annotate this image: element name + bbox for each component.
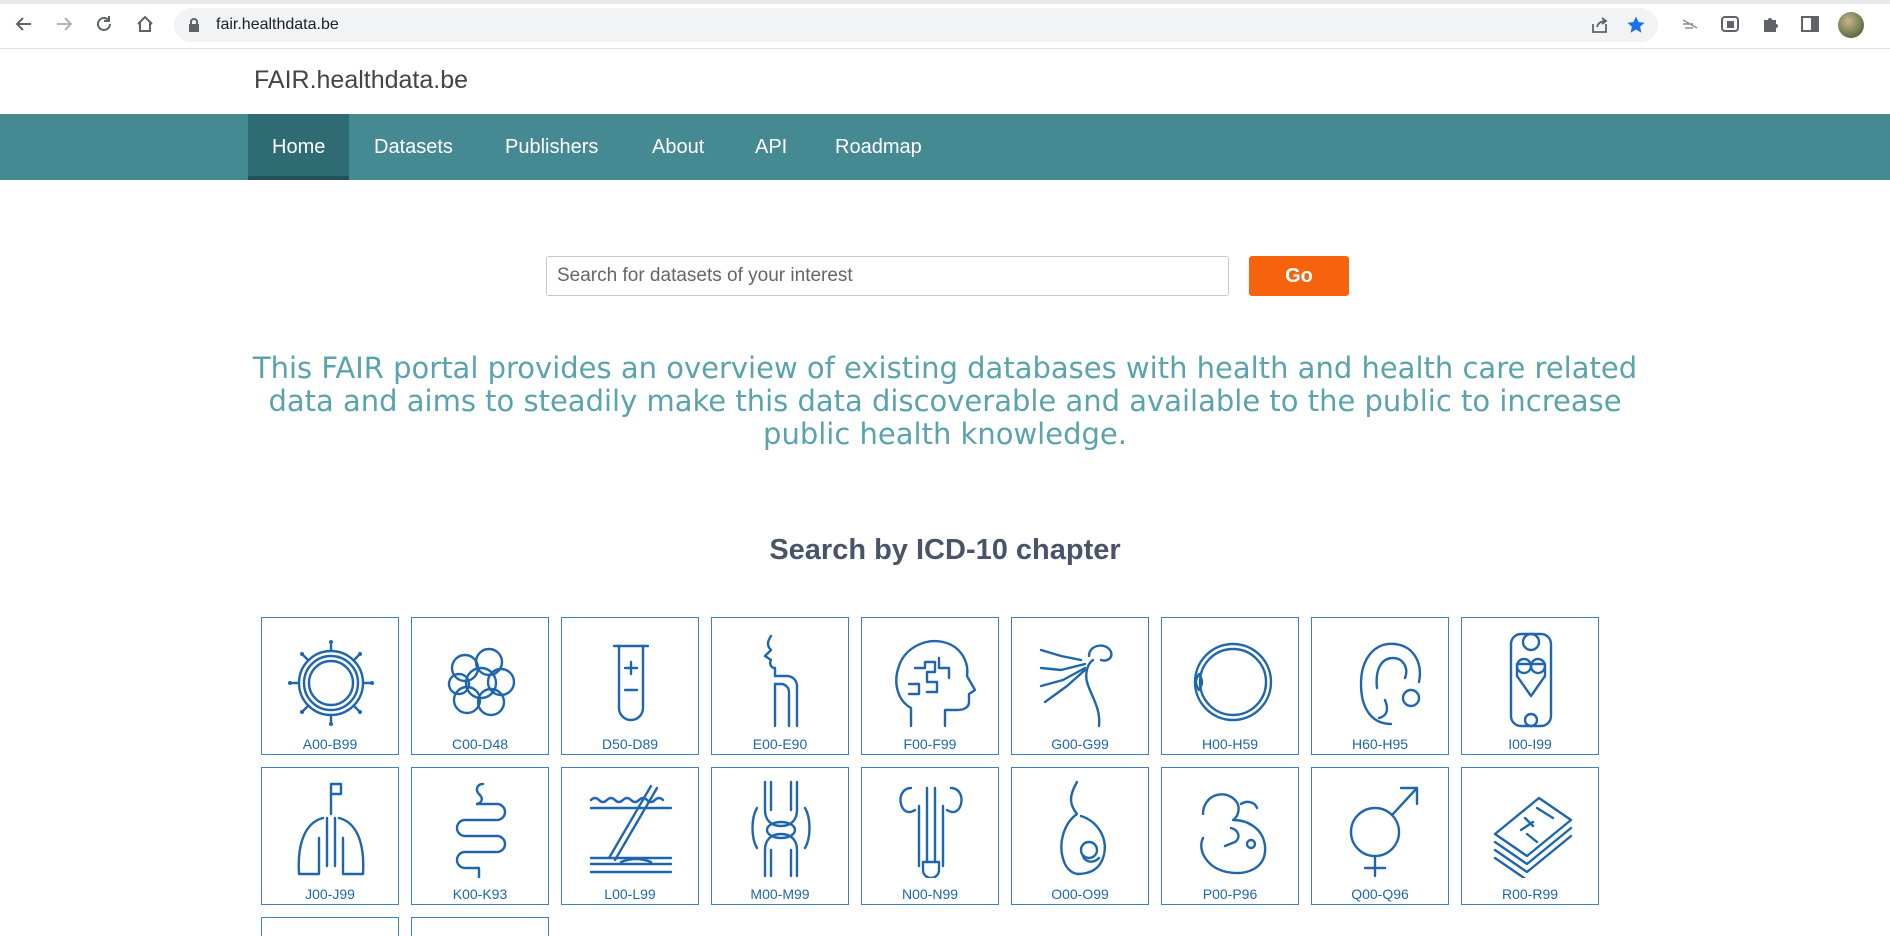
extension-icon[interactable] <box>1678 12 1702 36</box>
icd-chapter-code: L00-L99 <box>604 886 656 902</box>
forward-icon[interactable] <box>52 12 76 36</box>
go-button[interactable]: Go <box>1249 256 1349 296</box>
icd-chapter-tile[interactable]: M00-M99 <box>711 767 849 905</box>
icd-chapter-tile[interactable]: E00-E90 <box>711 617 849 755</box>
mind-puzzle-icon <box>895 639 977 728</box>
extension-pin-icon[interactable] <box>1718 12 1742 36</box>
skin-icon <box>589 784 673 874</box>
home-icon[interactable] <box>133 12 157 36</box>
side-panel-icon[interactable] <box>1798 12 1822 36</box>
profile-avatar[interactable] <box>1838 12 1864 38</box>
icd-chapter-code: I00-I99 <box>1508 736 1552 752</box>
nav-item-publishers[interactable]: Publishers <box>481 114 622 180</box>
kidney-icon <box>899 786 963 878</box>
nav-item-datasets[interactable]: Datasets <box>350 114 477 180</box>
icd-chapter-tile[interactable]: Q00-Q96 <box>1311 767 1449 905</box>
icd-chapter-code: C00-D48 <box>451 736 509 752</box>
site-brand[interactable]: FAIR.healthdata.be <box>254 66 468 95</box>
icd-chapter-code: R00-R99 <box>1501 886 1559 902</box>
icd-chapter-tile[interactable]: H00-H59 <box>1161 617 1299 755</box>
nav-item-api[interactable]: API <box>731 114 811 180</box>
nerve-icon <box>1039 644 1113 728</box>
eye-icon <box>1193 642 1273 722</box>
icd-chapter-tile[interactable]: F00-F99 <box>861 617 999 755</box>
icd-chapter-tile[interactable]: R00-R99 <box>1461 767 1599 905</box>
icd-chapter-code: M00-M99 <box>750 886 810 902</box>
pregnancy-icon <box>1060 780 1106 876</box>
cell-cluster-icon <box>447 647 516 717</box>
virus-icon <box>288 640 374 726</box>
back-icon[interactable] <box>12 12 36 36</box>
icd-chapter-code: A00-B99 <box>302 736 358 752</box>
test-tube-icon <box>612 644 650 722</box>
icd-chapter-code: H60-H95 <box>1351 736 1409 752</box>
intro-text: This FAIR portal provides an overview of… <box>252 351 1638 451</box>
nav-item-home[interactable]: Home <box>248 114 350 180</box>
icd-section-title: Search by ICD-10 chapter <box>769 534 1121 566</box>
icd-chapter-tile[interactable]: O00-O99 <box>1011 767 1149 905</box>
icd-chapter-tile[interactable]: L00-L99 <box>561 767 699 905</box>
icd-chapter-tile[interactable]: D50-D89 <box>561 617 699 755</box>
icd-chapter-tile[interactable]: N00-N99 <box>861 767 999 905</box>
puzzle-icon[interactable] <box>1758 12 1782 36</box>
nav-item-roadmap[interactable]: Roadmap <box>811 114 946 180</box>
icd-chapter-tile-partial[interactable] <box>411 917 549 936</box>
icd-chapter-code: O00-O99 <box>1051 886 1109 902</box>
browser-toolbar: fair.healthdata.be <box>0 0 1890 49</box>
icd-chapter-code: E00-E90 <box>752 736 808 752</box>
ear-icon <box>1359 642 1422 726</box>
lungs-icon <box>297 782 365 876</box>
tab-strip-edge <box>0 0 1890 4</box>
heart-vessel-icon <box>1509 632 1553 728</box>
icd-chapter-code: Q00-Q96 <box>1351 886 1409 902</box>
main-navigation: Home Datasets Publishers About API Roadmap <box>0 114 1890 180</box>
icd-chapter-tile[interactable]: A00-B99 <box>261 617 399 755</box>
icd-chapter-code: N00-N99 <box>901 886 959 902</box>
icd-chapter-tile[interactable]: K00-K93 <box>411 767 549 905</box>
knee-joint-icon <box>751 780 811 878</box>
gender-symbol-icon <box>1349 786 1419 878</box>
address-bar[interactable]: fair.healthdata.be <box>174 8 1658 42</box>
medical-records-icon <box>1493 796 1573 878</box>
icd-chapter-tile[interactable]: G00-G99 <box>1011 617 1149 755</box>
icd-chapter-tile[interactable]: H60-H95 <box>1311 617 1449 755</box>
nav-item-about[interactable]: About <box>628 114 728 180</box>
icd-chapter-code: D50-D89 <box>601 736 659 752</box>
icd-chapter-tile-partial[interactable] <box>261 917 399 936</box>
icd-chapter-code: H00-H59 <box>1201 736 1259 752</box>
dataset-search-input[interactable] <box>546 256 1229 296</box>
bookmark-star-icon[interactable] <box>1626 15 1646 40</box>
icd-chapter-tile[interactable]: J00-J99 <box>261 767 399 905</box>
intestine-icon <box>455 782 507 878</box>
icd-chapter-code: F00-F99 <box>903 736 957 752</box>
icd-chapter-tile[interactable]: I00-I99 <box>1461 617 1599 755</box>
icd-chapter-tile[interactable]: P00-P96 <box>1161 767 1299 905</box>
icd-chapter-code: G00-G99 <box>1051 736 1109 752</box>
thyroid-icon <box>763 634 799 728</box>
address-url[interactable]: fair.healthdata.be <box>216 16 339 34</box>
lock-icon <box>188 17 200 38</box>
icd-chapter-tile[interactable]: C00-D48 <box>411 617 549 755</box>
reload-icon[interactable] <box>92 12 116 36</box>
icd-chapter-code: K00-K93 <box>452 886 508 902</box>
share-icon[interactable] <box>1590 16 1610 39</box>
icd-chapter-code: J00-J99 <box>305 886 355 902</box>
fetus-icon <box>1200 793 1267 875</box>
icd-chapter-code: P00-P96 <box>1202 886 1258 902</box>
